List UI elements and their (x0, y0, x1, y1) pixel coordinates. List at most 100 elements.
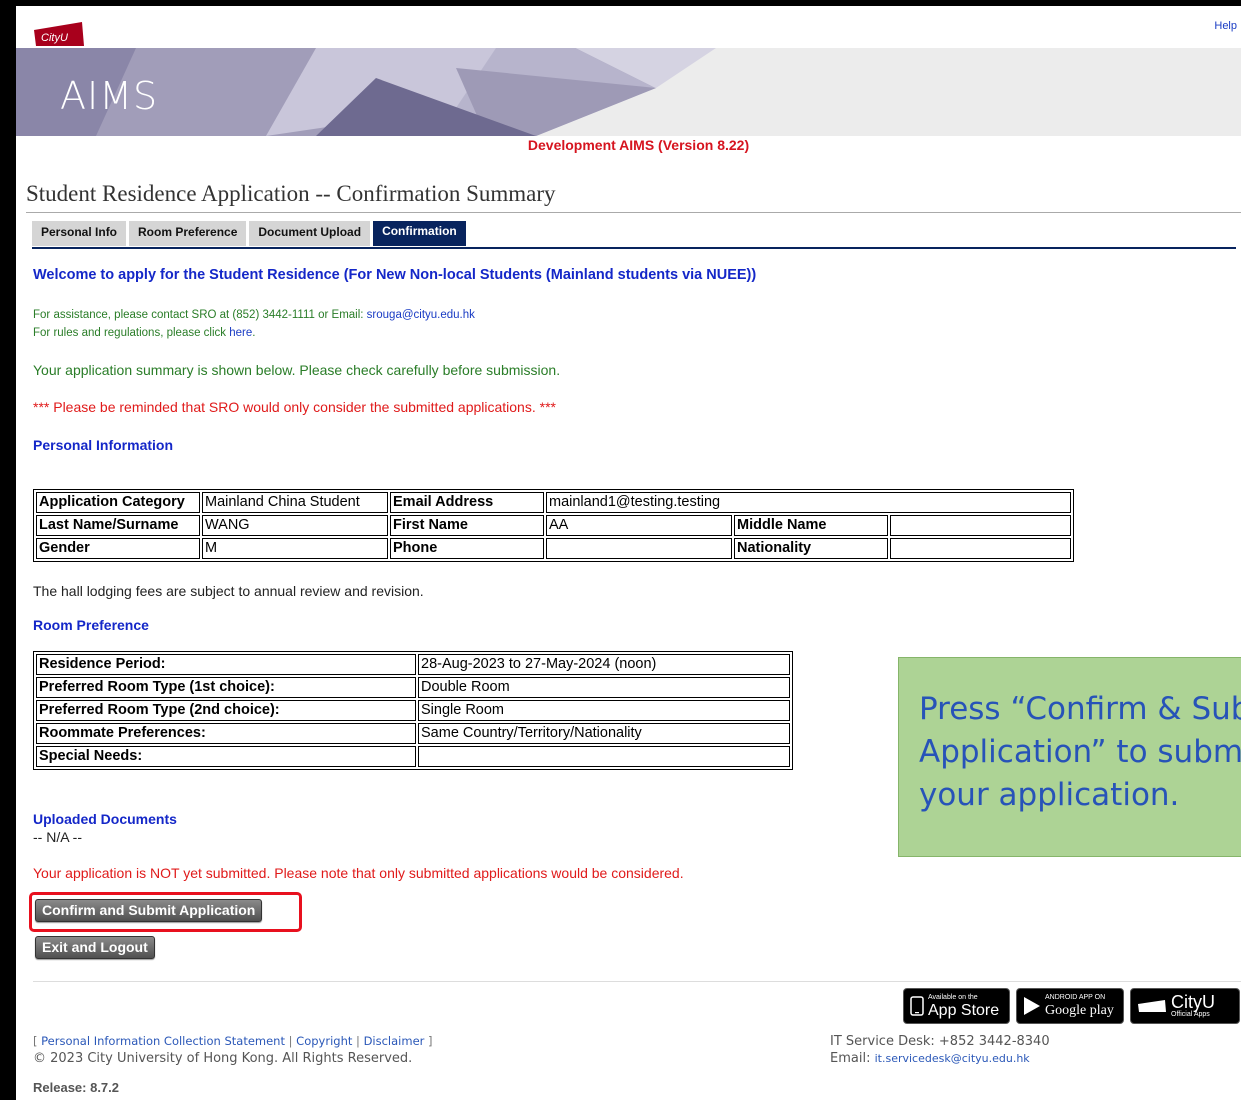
tab-divider (32, 247, 1236, 249)
sro-email-link[interactable]: srouga@cityu.edu.hk (367, 309, 475, 321)
phone-value (546, 538, 732, 559)
tab-personal-info[interactable]: Personal Info (32, 221, 127, 246)
rules-link[interactable]: here (229, 327, 252, 339)
assistance-info: For assistance, please contact SRO at (8… (33, 306, 475, 342)
room-type-2nd-value: Single Room (418, 700, 790, 721)
app-store-small: Available on the (928, 993, 978, 1001)
copyright-link[interactable]: Copyright (296, 1034, 352, 1048)
app-store-badge[interactable]: Available on the App Store (903, 988, 1010, 1024)
room-type-2nd-label: Preferred Room Type (2nd choice): (36, 700, 416, 721)
residence-period-value: 28-Aug-2023 to 27-May-2024 (noon) (418, 654, 790, 675)
app-name: AIMS (60, 74, 159, 118)
assistance-line: For assistance, please contact SRO at (8… (33, 306, 475, 324)
release-version: Release: 8.7.2 (33, 1080, 120, 1095)
special-needs-label: Special Needs: (36, 746, 416, 767)
room-preference-heading: Room Preference (33, 617, 149, 633)
title-divider (26, 212, 1241, 213)
rules-suffix: . (252, 327, 256, 339)
google-play-badge[interactable]: ANDROID APP ON Google play (1016, 988, 1124, 1024)
first-name-label: First Name (390, 515, 544, 536)
table-row: Roommate Preferences: Same Country/Terri… (36, 723, 790, 744)
cityu-badge-text: CityU Official Apps (1171, 991, 1215, 1019)
residence-period-label: Residence Period: (36, 654, 416, 675)
personal-info-table: Application Category Mainland China Stud… (33, 489, 1074, 562)
pics-link[interactable]: Personal Information Collection Statemen… (41, 1034, 285, 1048)
rules-text: For rules and regulations, please click (33, 327, 230, 339)
aims-banner: AIMS (16, 48, 1241, 136)
app-badges: Available on the App Store ANDROID APP ON… (903, 988, 1240, 1024)
roommate-preferences-label: Roommate Preferences: (36, 723, 416, 744)
table-row: Preferred Room Type (2nd choice): Single… (36, 700, 790, 721)
not-submitted-notice: Your application is NOT yet submitted. P… (33, 865, 684, 881)
submission-reminder: *** Please be reminded that SRO would on… (33, 399, 556, 415)
table-row: Special Needs: (36, 746, 790, 767)
application-category-label: Application Category (36, 492, 200, 513)
last-name-value: WANG (202, 515, 388, 536)
nationality-label: Nationality (734, 538, 888, 559)
google-play-text: ANDROID APP ON Google play (1045, 994, 1114, 1019)
environment-notice: Development AIMS (Version 8.22) (527, 137, 750, 153)
roommate-preferences-value: Same Country/Territory/Nationality (418, 723, 790, 744)
app-store-big: App Store (928, 1001, 1000, 1019)
svg-text:CityU: CityU (41, 32, 68, 44)
confirm-submit-button[interactable]: Confirm and Submit Application (35, 899, 263, 922)
last-name-label: Last Name/Surname (36, 515, 200, 536)
room-type-1st-label: Preferred Room Type (1st choice): (36, 677, 416, 698)
tab-document-upload[interactable]: Document Upload (249, 221, 371, 246)
middle-name-value (890, 515, 1071, 536)
phone-label: Phone (390, 538, 544, 559)
table-row: Gender M Phone Nationality (36, 538, 1071, 559)
cityu-badge-small: Official Apps (1171, 1010, 1210, 1018)
play-icon (1024, 997, 1040, 1015)
it-email-prefix: Email: (830, 1051, 875, 1066)
cityu-badge-big: CityU (1171, 991, 1215, 1012)
bracket-close: ] (424, 1034, 433, 1048)
footer-links: [ Personal Information Collection Statem… (33, 1034, 433, 1048)
uploaded-documents-heading: Uploaded Documents (33, 811, 177, 827)
instruction-callout: Press “Confirm & Submit Application” to … (898, 657, 1241, 857)
room-preference-table: Residence Period: 28-Aug-2023 to 27-May-… (33, 651, 793, 770)
tab-confirmation[interactable]: Confirmation (373, 221, 466, 246)
footer-divider (33, 981, 1241, 982)
middle-name-label: Middle Name (734, 515, 888, 536)
summary-note: Your application summary is shown below.… (33, 362, 561, 378)
it-email-link[interactable]: it.servicedesk@cityu.edu.hk (875, 1052, 1030, 1065)
assistance-text: For assistance, please contact SRO at (8… (33, 309, 367, 321)
it-desk-phone: IT Service Desk: +852 3442-8340 (830, 1034, 1050, 1049)
banner-graphic (16, 48, 716, 136)
table-row: Residence Period: 28-Aug-2023 to 27-May-… (36, 654, 790, 675)
uploaded-documents-value: -- N/A -- (33, 829, 82, 845)
phone-icon (910, 996, 924, 1016)
separator: | (352, 1034, 364, 1048)
cityu-logo[interactable]: CityU (32, 20, 86, 48)
nationality-value (890, 538, 1071, 559)
it-desk-email-line: Email: it.servicedesk@cityu.edu.hk (830, 1050, 1050, 1067)
tab-room-preference[interactable]: Room Preference (129, 221, 247, 246)
application-category-value: Mainland China Student (202, 492, 388, 513)
email-label: Email Address (390, 492, 544, 513)
disclaimer-link[interactable]: Disclaimer (364, 1034, 425, 1048)
gender-label: Gender (36, 538, 200, 559)
special-needs-value (418, 746, 790, 767)
rules-line: For rules and regulations, please click … (33, 324, 475, 342)
it-service-desk: IT Service Desk: +852 3442-8340 Email: i… (830, 1033, 1050, 1067)
google-play-big: Google play (1045, 1002, 1114, 1018)
gender-value: M (202, 538, 388, 559)
cityu-badge-icon (1138, 1000, 1166, 1012)
page-title: Student Residence Application -- Confirm… (26, 181, 556, 206)
google-play-small: ANDROID APP ON (1045, 993, 1106, 1001)
table-row: Application Category Mainland China Stud… (36, 492, 1071, 513)
copyright-text: © 2023 City University of Hong Kong. All… (33, 1051, 413, 1066)
callout-text: Press “Confirm & Submit Application” to … (919, 691, 1241, 813)
table-row: Last Name/Surname WANG First Name AA Mid… (36, 515, 1071, 536)
cityu-apps-badge[interactable]: CityU Official Apps (1130, 988, 1240, 1024)
tab-bar: Personal Info Room Preference Document U… (32, 221, 466, 246)
separator: | (284, 1034, 297, 1048)
personal-info-heading: Personal Information (33, 437, 174, 453)
help-link[interactable]: Help (1214, 20, 1237, 32)
exit-logout-button[interactable]: Exit and Logout (35, 936, 155, 959)
first-name-value: AA (546, 515, 732, 536)
app-store-text: Available on the App Store (928, 994, 999, 1019)
table-row: Preferred Room Type (1st choice): Double… (36, 677, 790, 698)
email-value: mainland1@testing.testing (546, 492, 1071, 513)
